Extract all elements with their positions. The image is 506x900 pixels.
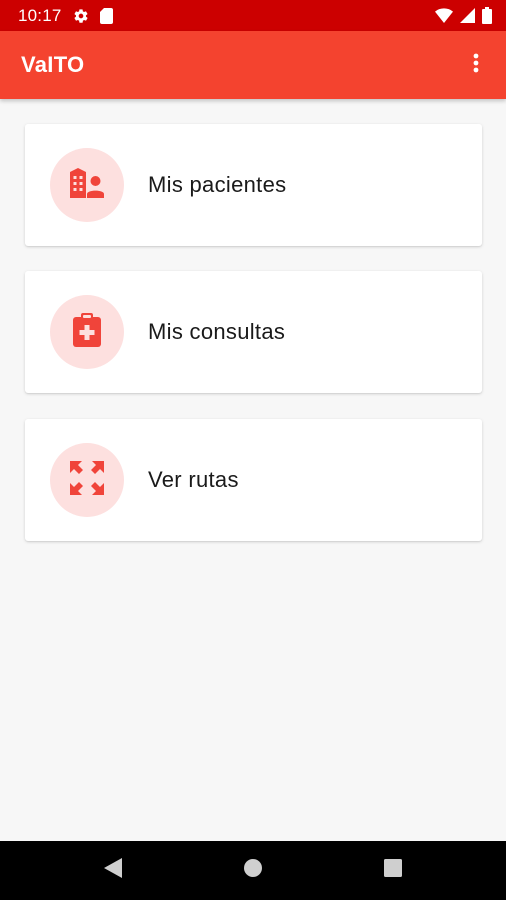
card-label-ver-rutas: Ver rutas xyxy=(148,467,239,492)
hospital-patient-icon xyxy=(68,167,106,203)
more-options-button[interactable] xyxy=(464,45,488,85)
app-title: VaITO xyxy=(21,52,85,77)
card-mis-pacientes[interactable]: Mis pacientes xyxy=(25,124,482,246)
card-icon-circle xyxy=(50,443,124,517)
battery-icon xyxy=(482,7,492,24)
wifi-icon xyxy=(435,8,453,23)
home-button[interactable] xyxy=(223,841,283,900)
sd-card-icon xyxy=(99,7,113,24)
navigation-bar xyxy=(0,841,506,900)
card-ver-rutas[interactable]: Ver rutas xyxy=(25,419,482,541)
recents-icon xyxy=(384,859,402,882)
card-mis-consultas[interactable]: Mis consultas xyxy=(25,271,482,393)
expand-arrows-icon xyxy=(70,460,104,500)
app-bar: VaITO xyxy=(0,31,506,99)
back-button[interactable] xyxy=(83,841,143,900)
card-icon-circle xyxy=(50,148,124,222)
recents-button[interactable] xyxy=(363,841,423,900)
back-icon xyxy=(104,858,122,883)
status-bar: 10:17 xyxy=(0,0,506,31)
card-label-mis-consultas: Mis consultas xyxy=(148,319,286,344)
card-icon-circle xyxy=(50,295,124,369)
home-icon xyxy=(243,858,263,883)
card-label-mis-pacientes: Mis pacientes xyxy=(148,172,287,197)
more-vert-icon xyxy=(473,53,479,78)
signal-icon xyxy=(460,8,475,23)
status-time: 10:17 xyxy=(18,5,62,25)
clipboard-medical-icon xyxy=(73,312,101,352)
settings-icon xyxy=(73,8,89,24)
main-content: Mis pacientes Mis consultas Ver rutas xyxy=(0,99,506,841)
